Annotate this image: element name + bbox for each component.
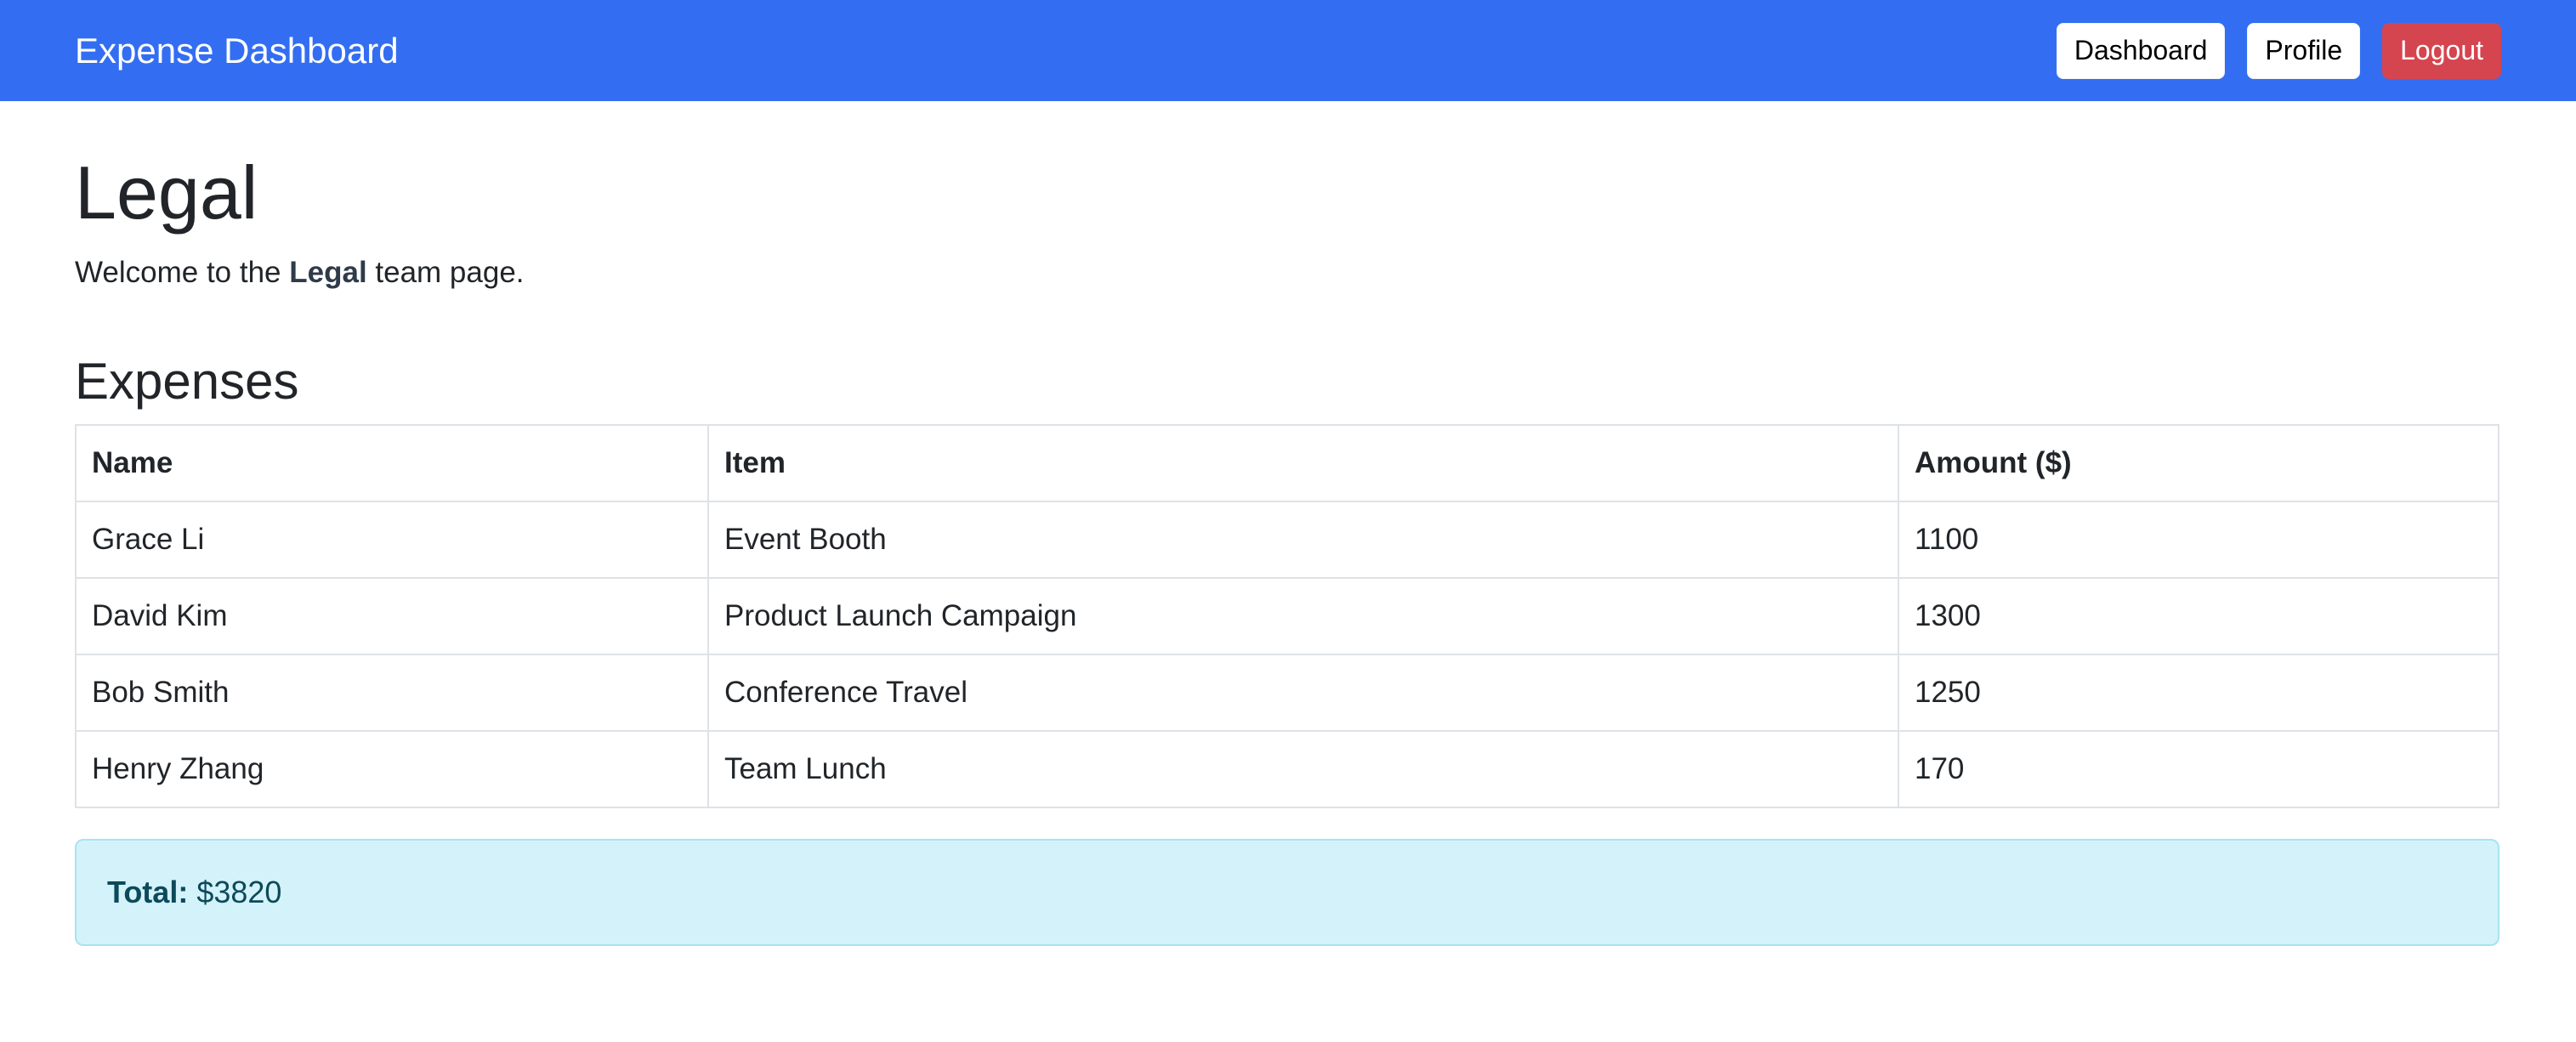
main-content: Legal Welcome to the Legal team page. Ex…: [0, 150, 2576, 947]
expenses-heading: Expenses: [75, 353, 299, 411]
table-row: Henry Zhang Team Lunch 170: [75, 730, 2499, 809]
table-header-row: Name Item Amount ($): [75, 424, 2499, 503]
logout-button[interactable]: Logout: [2382, 22, 2501, 79]
cell-name: David Kim: [75, 577, 709, 656]
nav-buttons: Dashboard Profile Logout: [2034, 22, 2501, 79]
top-navbar: Expense Dashboard Dashboard Profile Logo…: [0, 0, 2576, 101]
column-header-name: Name: [75, 424, 709, 503]
page-title: Legal: [75, 150, 258, 235]
cell-item: Conference Travel: [707, 654, 1899, 733]
cell-item: Event Booth: [707, 501, 1899, 580]
cell-item: Product Launch Campaign: [707, 577, 1899, 656]
expenses-table: Name Item Amount ($) Grace Li Event Boot…: [75, 424, 2499, 809]
welcome-suffix: team page.: [366, 255, 525, 289]
welcome-team-name: Legal: [289, 255, 367, 289]
table-row: David Kim Product Launch Campaign 1300: [75, 577, 2499, 656]
cell-amount: 1250: [1898, 654, 2499, 733]
total-label: Total:: [107, 875, 189, 910]
cell-amount: 1300: [1898, 577, 2499, 656]
column-header-item: Item: [707, 424, 1899, 503]
cell-item: Team Lunch: [707, 730, 1899, 809]
table-row: Grace Li Event Booth 1100: [75, 501, 2499, 580]
welcome-text: Welcome to the Legal team page.: [75, 253, 2501, 292]
table-row: Bob Smith Conference Travel 1250: [75, 654, 2499, 733]
cell-name: Bob Smith: [75, 654, 709, 733]
total-value: $3820: [196, 875, 282, 910]
cell-name: Henry Zhang: [75, 730, 709, 809]
column-header-amount: Amount ($): [1898, 424, 2499, 503]
cell-amount: 170: [1898, 730, 2499, 809]
total-alert: Total: $3820: [75, 839, 2499, 947]
profile-button[interactable]: Profile: [2247, 22, 2361, 79]
dashboard-button[interactable]: Dashboard: [2056, 22, 2226, 79]
welcome-prefix: Welcome to the: [75, 255, 290, 289]
cell-amount: 1100: [1898, 501, 2499, 580]
cell-name: Grace Li: [75, 501, 709, 580]
brand-title[interactable]: Expense Dashboard: [75, 31, 399, 71]
